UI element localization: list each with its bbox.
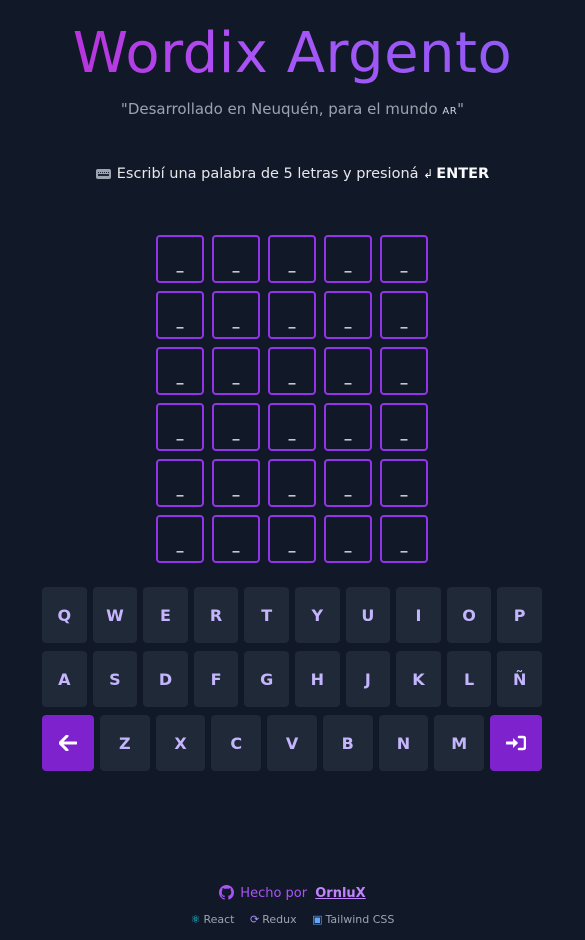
tech-tailwind-label: Tailwind CSS xyxy=(325,913,395,926)
tech-react: ⚛ React xyxy=(191,913,235,926)
board-cell: _ xyxy=(380,403,428,451)
word-board: _ _ _ _ _ _ _ _ _ _ _ _ _ _ _ _ _ _ _ _ _ _ _ _ _ _ _ _ _ _ xyxy=(156,235,428,563)
key-a[interactable]: A xyxy=(42,651,87,707)
board-cell: _ xyxy=(324,291,372,339)
app-page: Wordix Argento "Desarrollado en Neuquén,… xyxy=(0,0,585,940)
key-e[interactable]: E xyxy=(143,587,188,643)
key-x[interactable]: X xyxy=(155,715,206,771)
key-o[interactable]: O xyxy=(446,587,492,643)
key-j[interactable]: J xyxy=(345,651,391,707)
key-p[interactable]: P xyxy=(497,587,542,643)
tech-stack: ⚛ React ⟳ Redux ▣ Tailwind CSS xyxy=(0,913,585,926)
key-c[interactable]: C xyxy=(211,715,262,771)
key-h[interactable]: H xyxy=(294,651,340,707)
board-cell: _ xyxy=(268,347,316,395)
enter-label: ENTER xyxy=(436,166,490,182)
board-cell: _ xyxy=(212,403,260,451)
subtitle-quote: " xyxy=(457,100,465,118)
tech-react-label: React xyxy=(203,913,235,926)
key-s[interactable]: S xyxy=(92,651,138,707)
key-g[interactable]: G xyxy=(244,651,289,707)
key-w[interactable]: W xyxy=(92,587,138,643)
board-cell: _ xyxy=(380,291,428,339)
board-cell: _ xyxy=(324,459,372,507)
board-cell: _ xyxy=(156,459,204,507)
key-t[interactable]: T xyxy=(244,587,289,643)
board-cell: _ xyxy=(324,347,372,395)
enter-key[interactable] xyxy=(490,715,543,771)
tech-redux: ⟳ Redux xyxy=(250,913,297,926)
github-icon xyxy=(219,885,235,900)
app-subtitle: "Desarrollado en Neuquén, para el mundo … xyxy=(0,100,585,118)
board-cell: _ xyxy=(380,347,428,395)
key-k[interactable]: K xyxy=(396,651,441,707)
instruction-text: Escribí una palabra de 5 letras y presio… xyxy=(116,166,419,182)
keyboard-row-2: ASDFGHJKLÑ xyxy=(42,651,542,707)
key-b[interactable]: B xyxy=(322,715,373,771)
author-link[interactable]: OrnluX xyxy=(315,886,365,901)
react-icon: ⚛ xyxy=(190,913,201,926)
instruction: Escribí una palabra de 5 letras y presio… xyxy=(0,166,585,182)
board-cell: _ xyxy=(380,235,428,283)
app-title: Wordix Argento xyxy=(0,18,585,90)
key-r[interactable]: R xyxy=(193,587,239,643)
board-cell: _ xyxy=(268,403,316,451)
flag-ar-icon: AR xyxy=(442,106,458,117)
key-z[interactable]: Z xyxy=(100,715,150,771)
board-cell: _ xyxy=(212,347,260,395)
board-cell: _ xyxy=(156,403,204,451)
board-cell: _ xyxy=(212,235,260,283)
key-y[interactable]: Y xyxy=(294,587,340,643)
on-screen-keyboard: QWERTYUIOP ASDFGHJKLÑ ZXCVBNM xyxy=(42,587,543,779)
keyboard-icon xyxy=(95,169,111,179)
keyboard-row-3: ZXCVBNM xyxy=(42,715,543,771)
board-cell: _ xyxy=(324,235,372,283)
arrow-left-icon xyxy=(59,735,77,751)
key-m[interactable]: M xyxy=(434,715,485,771)
redux-icon: ⟳ xyxy=(249,913,260,926)
board-cell: _ xyxy=(380,459,428,507)
board-cell: _ xyxy=(156,347,204,395)
key-i[interactable]: I xyxy=(396,587,441,643)
key-n[interactable]: N xyxy=(378,715,429,771)
key-q[interactable]: Q xyxy=(42,587,87,643)
board-cell: _ xyxy=(156,235,204,283)
made-by-label: Hecho por xyxy=(240,886,308,901)
key-ñ[interactable]: Ñ xyxy=(497,651,542,707)
tailwind-icon: ▣ xyxy=(312,913,323,926)
board-cell: _ xyxy=(268,291,316,339)
board-cell: _ xyxy=(268,459,316,507)
board-cell: _ xyxy=(324,515,372,563)
backspace-key[interactable] xyxy=(42,715,94,771)
board-cell: _ xyxy=(380,515,428,563)
tech-redux-label: Redux xyxy=(262,913,297,926)
board-cell: _ xyxy=(268,235,316,283)
board-cell: _ xyxy=(156,515,204,563)
board-cell: _ xyxy=(324,403,372,451)
board-cell: _ xyxy=(268,515,316,563)
board-cell: _ xyxy=(212,459,260,507)
sign-in-icon xyxy=(506,735,527,751)
key-d[interactable]: D xyxy=(143,651,188,707)
keyboard-row-1: QWERTYUIOP xyxy=(42,587,542,643)
board-cell: _ xyxy=(212,291,260,339)
footer-credit: Hecho por OrnluX xyxy=(0,885,585,901)
enter-arrow-icon: ↲ xyxy=(423,167,434,181)
key-f[interactable]: F xyxy=(193,651,239,707)
board-cell: _ xyxy=(212,515,260,563)
key-l[interactable]: L xyxy=(446,651,492,707)
tech-tailwind: ▣ Tailwind CSS xyxy=(312,913,394,926)
board-cell: _ xyxy=(156,291,204,339)
key-v[interactable]: V xyxy=(267,715,317,771)
key-u[interactable]: U xyxy=(345,587,391,643)
subtitle-text: "Desarrollado en Neuquén, para el mundo xyxy=(120,100,443,118)
